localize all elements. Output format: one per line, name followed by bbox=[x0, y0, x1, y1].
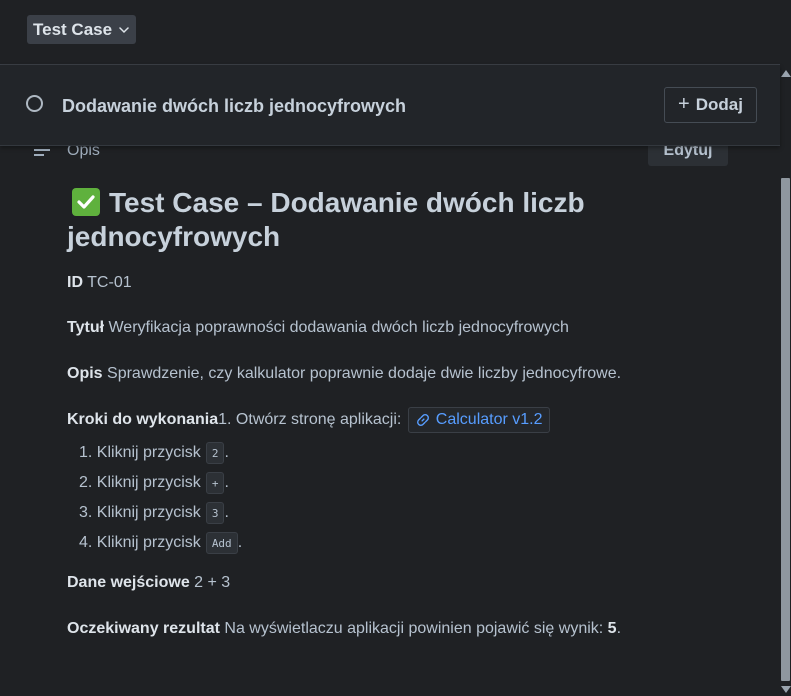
inline-code: 3 bbox=[205, 501, 225, 524]
list-item: 2. Kliknij przycisk +. bbox=[79, 468, 242, 498]
expected-result-row: Oczekiwany rezultat Na wyświetlaczu apli… bbox=[67, 620, 622, 637]
expected-result-number: 5 bbox=[607, 620, 617, 637]
expected-result-value: Na wyświetlaczu aplikacji powinien pojaw… bbox=[224, 620, 608, 637]
title-value: Weryfikacja poprawności dodawania dwóch … bbox=[108, 319, 569, 336]
issue-type-label: Test Case bbox=[33, 19, 113, 39]
issue-type-dropdown[interactable]: Test Case bbox=[27, 15, 137, 44]
first-step: 1. Otwórz stronę aplikacji: bbox=[218, 411, 402, 429]
add-button-label: Dodaj bbox=[695, 95, 743, 114]
description-heading: Test Case – Dodawanie dwóch liczb jednoc… bbox=[67, 186, 627, 254]
link-icon bbox=[416, 414, 429, 426]
calculator-link[interactable]: Calculator v1.2 bbox=[407, 407, 550, 433]
steps-label: Kroki do wykonania bbox=[67, 411, 219, 429]
plus-icon: + bbox=[678, 93, 690, 115]
opis-value: Sprawdzenie, czy kalkulator poprawnie do… bbox=[107, 365, 622, 382]
id-value: TC-01 bbox=[87, 274, 132, 291]
input-data-row: Dane wejściowe 2 + 3 bbox=[67, 572, 230, 594]
issue-title[interactable]: Dodawanie dwóch liczb jednocyfrowych bbox=[62, 96, 406, 117]
id-label: ID bbox=[67, 274, 83, 291]
top-bar: Test Case bbox=[0, 0, 791, 64]
scroll-down-arrow-icon[interactable] bbox=[781, 686, 791, 693]
check-mark-icon bbox=[72, 188, 100, 216]
circle-outline-icon[interactable] bbox=[26, 95, 43, 112]
list-item: 1. Kliknij przycisk 2. bbox=[79, 438, 242, 468]
chevron-down-icon bbox=[119, 26, 129, 33]
scrollbar-thumb[interactable] bbox=[781, 178, 790, 681]
opis-label: Opis bbox=[67, 365, 103, 382]
opis-row: Opis Sprawdzenie, czy kalkulator poprawn… bbox=[67, 363, 621, 385]
steps-row: Kroki do wykonania1. Otwórz stronę aplik… bbox=[67, 407, 550, 433]
title-row: Tytuł Weryfikacja poprawności dodawania … bbox=[67, 317, 569, 339]
heading-text: Test Case – Dodawanie dwóch liczb jednoc… bbox=[67, 187, 585, 252]
title-label: Tytuł bbox=[67, 319, 105, 336]
add-button[interactable]: + Dodaj bbox=[664, 87, 757, 123]
description-content: Test Case – Dodawanie dwóch liczb jednoc… bbox=[67, 186, 767, 637]
inline-code: Add bbox=[205, 531, 238, 554]
list-item: 4. Kliknij przycisk Add. bbox=[79, 528, 242, 558]
link-text: Calculator v1.2 bbox=[435, 411, 543, 428]
issue-header: Dodawanie dwóch liczb jednocyfrowych + D… bbox=[0, 65, 780, 146]
id-row: ID TC-01 bbox=[67, 272, 132, 294]
list-item: 3. Kliknij przycisk 3. bbox=[79, 498, 242, 528]
input-data-label: Dane wejściowe bbox=[67, 574, 190, 591]
expected-result-label: Oczekiwany rezultat bbox=[67, 620, 220, 637]
input-data-value: 2 + 3 bbox=[194, 574, 231, 591]
steps-list: 1. Kliknij przycisk 2. 2. Kliknij przycis… bbox=[79, 438, 242, 558]
inline-code: 2 bbox=[205, 441, 225, 464]
scroll-up-arrow-icon[interactable] bbox=[781, 70, 791, 77]
inline-code: + bbox=[205, 471, 225, 494]
